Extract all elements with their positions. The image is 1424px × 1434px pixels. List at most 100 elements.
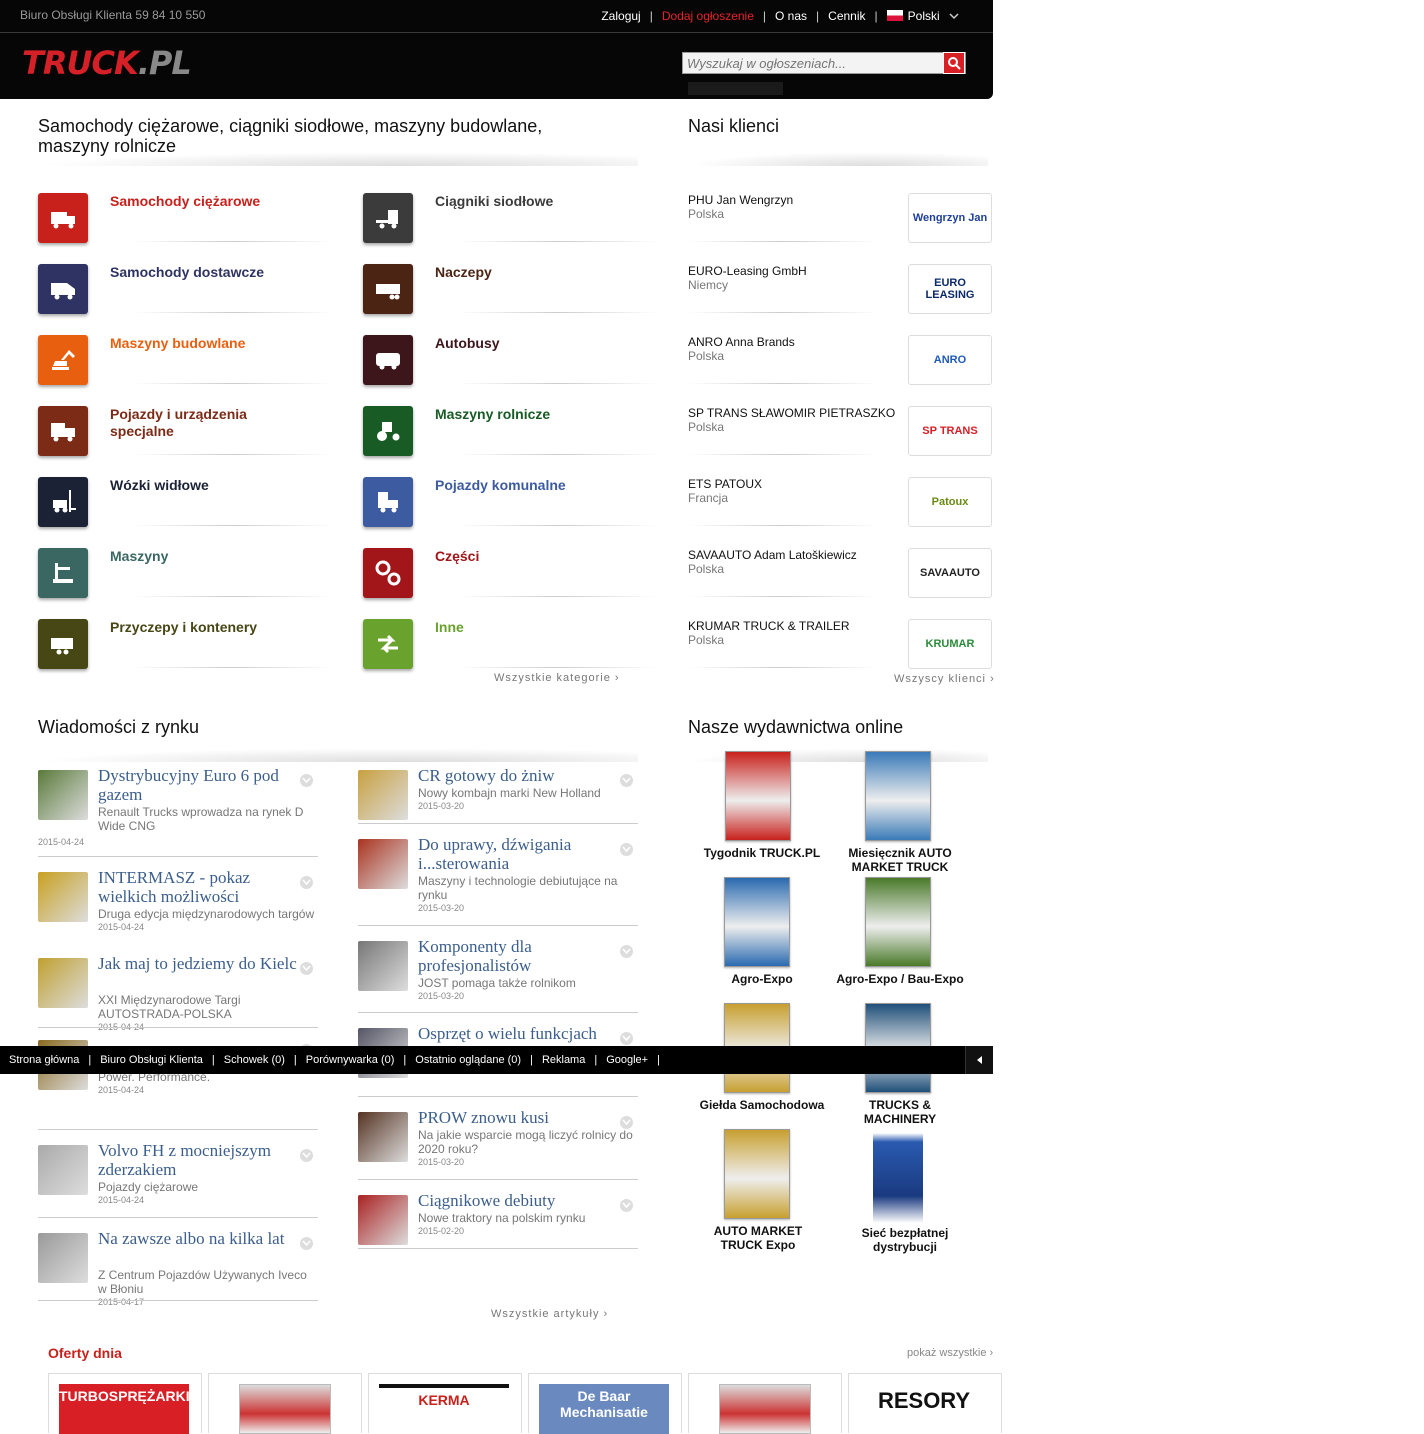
expand-chevron-icon[interactable] (620, 1199, 633, 1212)
news-date: 2015-04-24 (98, 1195, 145, 1205)
publication-label[interactable]: AUTO MARKET TRUCK Expo (693, 1224, 823, 1252)
news-headline[interactable]: Do uprawy, dźwigania i...sterowania (418, 835, 618, 873)
client-logo: Patoux (908, 477, 992, 527)
gears-icon (363, 548, 413, 598)
all-categories-link[interactable]: Wszystkie kategorie › (494, 672, 620, 684)
expand-chevron-icon[interactable] (620, 945, 633, 958)
expand-chevron-icon[interactable] (300, 962, 313, 975)
bar-home-link[interactable]: Strona główna (9, 1054, 79, 1066)
offer-card[interactable] (208, 1373, 362, 1434)
expand-chevron-icon[interactable] (620, 843, 633, 856)
offer-card[interactable]: De Baar Mechanisatie (528, 1373, 682, 1434)
news-thumbnail[interactable] (358, 1112, 408, 1162)
all-clients-link[interactable]: Wszyscy klienci › (894, 673, 995, 685)
site-logo[interactable]: TRUCK.PL (22, 44, 192, 82)
add-listing-link[interactable]: Dodaj ogłoszenie (662, 9, 754, 23)
bar-customer-service-link[interactable]: Biuro Obsługi Klienta (100, 1054, 203, 1066)
title-fade (38, 152, 638, 166)
van-icon (38, 264, 88, 314)
bar-googleplus-link[interactable]: Google+ (606, 1054, 648, 1066)
news-thumbnail[interactable] (358, 770, 408, 820)
bar-advertising-link[interactable]: Reklama (542, 1054, 585, 1066)
news-date: 2015-04-24 (98, 922, 145, 932)
news-thumbnail[interactable] (358, 1195, 408, 1245)
news-headline[interactable]: Ciągnikowe debiuty (418, 1191, 618, 1210)
news-thumbnail[interactable] (38, 1145, 88, 1195)
offer-image: KERMA (379, 1384, 509, 1434)
client-logo: SP TRANS (908, 406, 992, 456)
about-link[interactable]: O nas (775, 9, 807, 23)
expand-chevron-icon[interactable] (620, 1032, 633, 1045)
category-label: Maszyny (110, 548, 169, 564)
client-country: Polska (688, 207, 725, 221)
news-headline[interactable]: Dystrybucyjny Euro 6 pod gazem (98, 766, 298, 804)
search-input[interactable] (682, 52, 966, 74)
offer-card[interactable]: TURBOSPRĘŻARKI (48, 1373, 202, 1434)
search-button[interactable] (943, 52, 965, 74)
news-headline[interactable]: PROW znowu kusi (418, 1108, 618, 1127)
expand-chevron-icon[interactable] (620, 774, 633, 787)
offers-show-all-link[interactable]: pokaż wszystkie › (907, 1347, 993, 1359)
farm-tractor-icon (363, 406, 413, 456)
bar-clipboard-link[interactable]: Schowek (0) (224, 1054, 285, 1066)
bar-recently-viewed-link[interactable]: Ostatnio oglądane (0) (415, 1054, 521, 1066)
client-name: SAVAAUTO Adam Latoškiewicz (688, 548, 857, 562)
bar-collapse-button[interactable] (965, 1046, 993, 1074)
news-summary: Druga edycja międzynarodowych targów (98, 907, 315, 921)
client-country: Polska (688, 562, 725, 576)
expand-chevron-icon[interactable] (300, 774, 313, 787)
publication-label[interactable]: TRUCKS & MACHINERY (835, 1098, 965, 1126)
news-thumbnail[interactable] (38, 872, 88, 922)
divider (458, 241, 658, 242)
publication-label[interactable]: Tygodnik TRUCK.PL (697, 846, 827, 860)
offer-card[interactable] (688, 1373, 842, 1434)
news-thumbnail[interactable] (38, 958, 88, 1008)
publication-cover[interactable] (724, 877, 790, 967)
divider (458, 667, 658, 668)
publication-cover[interactable] (865, 751, 931, 841)
bar-compare-link[interactable]: Porównywarka (0) (306, 1054, 395, 1066)
publication-label[interactable]: Miesięcznik AUTO MARKET TRUCK (835, 846, 965, 874)
offer-card[interactable]: KERMA (368, 1373, 522, 1434)
expand-chevron-icon[interactable] (620, 1116, 633, 1129)
category-label: Autobusy (435, 335, 500, 351)
login-link[interactable]: Zaloguj (601, 9, 640, 23)
publication-label[interactable]: Sieć bezpłatnej dystrybucji (840, 1226, 970, 1254)
language-select[interactable]: Polski (886, 9, 959, 23)
offer-image: De Baar Mechanisatie (539, 1384, 669, 1434)
publication-cover[interactable] (725, 751, 791, 841)
publications-title: Nasze wydawnictwa online (688, 717, 904, 737)
expand-chevron-icon[interactable] (300, 876, 313, 889)
expand-chevron-icon[interactable] (300, 1149, 313, 1162)
publication-label[interactable]: Agro-Expo / Bau-Expo (835, 972, 965, 986)
expand-chevron-icon[interactable] (300, 1237, 313, 1250)
client-name: ANRO Anna Brands (688, 335, 795, 349)
news-headline[interactable]: INTERMASZ - pokaz wielkich możliwości (98, 868, 298, 906)
news-headline[interactable]: Jak maj to jedziemy do Kielc (98, 954, 298, 973)
divider (133, 525, 333, 526)
divider (358, 925, 638, 926)
news-summary: XXI Międzynarodowe Targi AUTOSTRADA-POLS… (98, 993, 241, 1021)
news-headline[interactable]: Volvo FH z mocniejszym zderzakiem (98, 1141, 298, 1179)
all-articles-link[interactable]: Wszystkie artykuły › (491, 1308, 608, 1320)
news-thumbnail[interactable] (358, 839, 408, 889)
offer-card[interactable]: RESORY (848, 1373, 1002, 1434)
news-thumbnail[interactable] (38, 770, 88, 820)
pricing-link[interactable]: Cennik (828, 9, 865, 23)
publication-label[interactable]: Agro-Expo (697, 972, 827, 986)
divider (458, 454, 658, 455)
news-thumbnail[interactable] (358, 941, 408, 991)
news-summary: Nowe traktory na polskim rynku (418, 1211, 586, 1225)
publication-cover[interactable] (873, 1133, 923, 1223)
category-label: Samochody ciężarowe (110, 193, 261, 209)
news-date: 2015-04-17 (98, 1297, 145, 1307)
publication-label[interactable]: Giełda Samochodowa (697, 1098, 827, 1112)
news-headline[interactable]: Komponenty dla profesjonalistów (418, 937, 618, 975)
news-thumbnail[interactable] (38, 1233, 88, 1283)
offer-image: RESORY (859, 1384, 989, 1434)
news-headline[interactable]: Osprzęt o wielu funkcjach (418, 1024, 618, 1043)
publication-cover[interactable] (724, 1129, 790, 1219)
news-headline[interactable]: CR gotowy do żniw (418, 766, 618, 785)
news-headline[interactable]: Na zawsze albo na kilka lat (98, 1229, 298, 1248)
publication-cover[interactable] (865, 877, 931, 967)
